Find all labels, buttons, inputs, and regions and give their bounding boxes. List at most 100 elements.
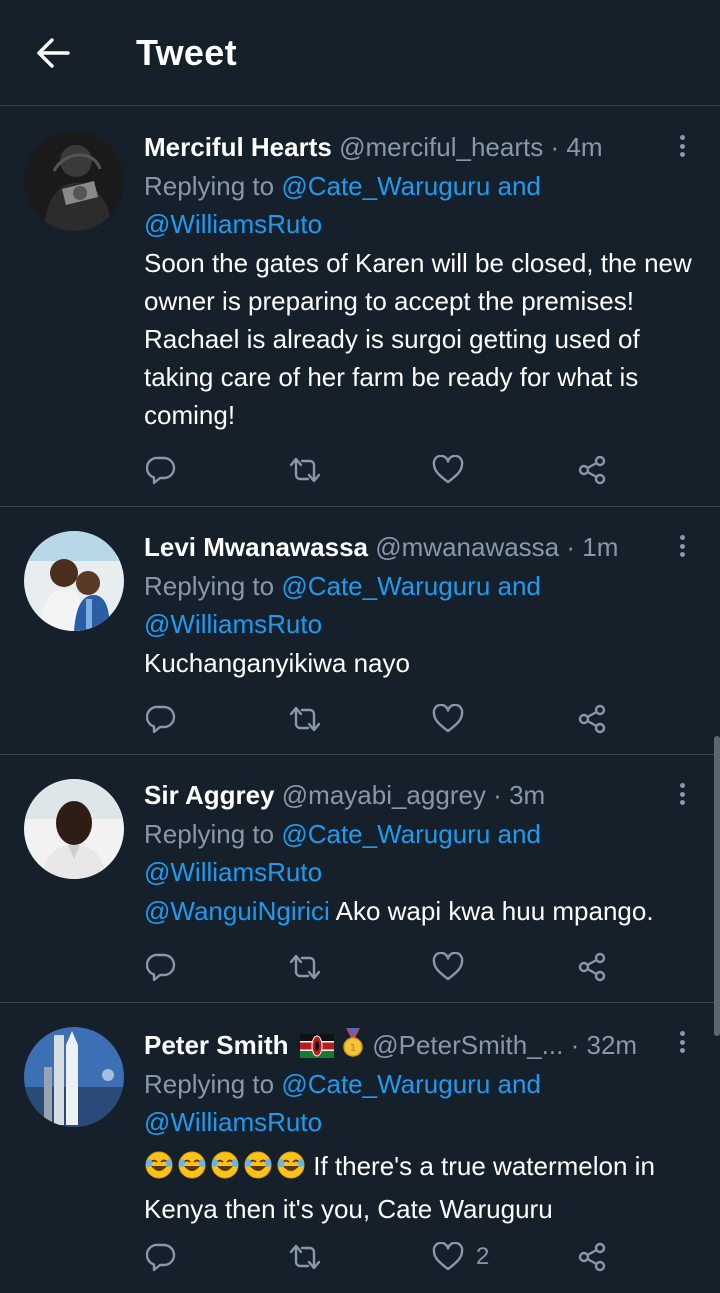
arrow-left-icon: [37, 38, 70, 68]
separator-dot: ·: [566, 532, 576, 562]
tweet-text: Kuchanganyikiwa nayo: [144, 648, 410, 678]
tweet-header: Peter Smith 1 @PeterSmith_... · 32m: [144, 1025, 656, 1069]
comment-icon: [146, 953, 176, 982]
more-vertical-icon: [679, 135, 685, 140]
retweet-button[interactable]: [288, 699, 322, 739]
scrollbar-thumb[interactable]: [714, 736, 720, 1036]
separator-dot: ·: [493, 780, 502, 810]
tweet-text: Soon the gates of Karen will be closed, …: [144, 248, 692, 430]
reply-button[interactable]: [146, 947, 176, 987]
comment-icon: [146, 705, 176, 734]
share-button[interactable]: [576, 450, 608, 490]
more-vertical-icon: [679, 783, 685, 788]
share-button[interactable]: [576, 947, 608, 987]
timestamp: 4m: [566, 132, 603, 162]
tweet-text: @WanguiNgirici Ako wapi kwa huu mpango.: [144, 892, 696, 930]
others-link[interactable]: and: [490, 171, 541, 201]
reply-button[interactable]: [146, 699, 176, 739]
avatar[interactable]: [24, 131, 124, 231]
mention-link[interactable]: @WilliamsRuto: [144, 1107, 322, 1137]
tweet-actions: [144, 947, 620, 987]
display-name[interactable]: Levi Mwanawassa: [144, 532, 368, 562]
retweet-button[interactable]: [288, 1237, 322, 1277]
timestamp: 1m: [582, 532, 619, 562]
share-icon: [578, 455, 606, 485]
tweet-header: Levi Mwanawassa @mwanawassa · 1m: [144, 527, 656, 567]
more-options-button[interactable]: [670, 131, 694, 161]
reply-button[interactable]: [146, 1237, 176, 1277]
others-link[interactable]: and: [490, 571, 541, 601]
share-button[interactable]: [576, 699, 608, 739]
separator-dot: ·: [550, 132, 560, 162]
reply-button[interactable]: [146, 450, 176, 490]
retweet-button[interactable]: [288, 947, 322, 987]
timestamp: 3m: [509, 780, 546, 810]
tweet-header: Sir Aggrey @mayabi_aggrey · 3m: [144, 775, 656, 815]
timestamp: 32m: [586, 1030, 638, 1060]
heart-icon: [432, 704, 464, 733]
more-vertical-icon: [679, 1031, 685, 1036]
like-count: 2: [476, 1243, 490, 1270]
svg-text:1: 1: [350, 1043, 356, 1054]
display-name[interactable]: Merciful Hearts: [144, 132, 332, 162]
kenya-flag-icon: [299, 1034, 334, 1058]
mention-link[interactable]: @WilliamsRuto: [144, 609, 322, 639]
tweet-text: If there's a true watermelon in Kenya th…: [144, 1147, 696, 1228]
replying-to: Replying to @Cate_Waruguru and @Williams…: [144, 1069, 541, 1137]
user-handle[interactable]: @mayabi_aggrey: [282, 780, 486, 810]
others-link[interactable]: and: [490, 819, 541, 849]
avatar[interactable]: [24, 779, 124, 879]
user-handle[interactable]: @PeterSmith_...: [372, 1030, 563, 1060]
tweet-reply[interactable]: Levi Mwanawassa @mwanawassa · 1m Replyin…: [0, 507, 720, 755]
retweet-icon: [289, 706, 321, 732]
like-button[interactable]: [432, 699, 476, 739]
share-icon: [578, 704, 606, 734]
name-emoji: 1: [299, 1027, 365, 1069]
mention-link[interactable]: @WanguiNgirici: [144, 896, 330, 926]
like-button[interactable]: 2: [432, 1237, 489, 1277]
tweet-header: Merciful Hearts @merciful_hearts · 4m: [144, 127, 656, 167]
more-options-button[interactable]: [670, 1027, 694, 1057]
comment-icon: [146, 1243, 176, 1272]
retweet-button[interactable]: [288, 450, 322, 490]
mention-link[interactable]: @Cate_Waruguru: [281, 819, 490, 849]
mention-link[interactable]: @Cate_Waruguru: [281, 571, 490, 601]
others-link[interactable]: and: [490, 1069, 541, 1099]
page-title: Tweet: [136, 32, 237, 73]
heart-icon: [432, 455, 464, 484]
back-button[interactable]: [30, 30, 76, 76]
share-button[interactable]: [576, 1237, 608, 1277]
user-handle[interactable]: @merciful_hearts: [339, 132, 543, 162]
more-options-button[interactable]: [670, 779, 694, 809]
share-icon: [578, 1242, 606, 1272]
gold-medal-icon: 1: [343, 1027, 363, 1057]
tweet-reply[interactable]: Merciful Hearts @merciful_hearts · 4m Re…: [0, 107, 720, 507]
mention-link[interactable]: @WilliamsRuto: [144, 209, 322, 239]
tweet-reply[interactable]: Sir Aggrey @mayabi_aggrey · 3m Replying …: [0, 755, 720, 1003]
mention-link[interactable]: @WilliamsRuto: [144, 857, 322, 887]
retweet-icon: [289, 457, 321, 483]
tweet-text-content: Ako wapi kwa huu mpango.: [329, 896, 654, 926]
heart-icon: [432, 952, 464, 981]
share-icon: [578, 952, 606, 982]
more-vertical-icon: [679, 535, 685, 540]
like-button[interactable]: [432, 947, 476, 987]
user-handle[interactable]: @mwanawassa: [375, 532, 559, 562]
mention-link[interactable]: @Cate_Waruguru: [281, 1069, 490, 1099]
comment-icon: [146, 456, 176, 485]
laughing-emoji: [144, 1150, 306, 1190]
tweet-actions: [144, 699, 620, 739]
display-name[interactable]: Sir Aggrey: [144, 780, 275, 810]
top-app-bar: Tweet: [0, 0, 720, 106]
tweet-actions: [144, 450, 620, 490]
like-button[interactable]: [432, 450, 476, 490]
tweet-actions: 2: [144, 1237, 620, 1277]
tweet-reply[interactable]: Peter Smith 1 @PeterSmith_... · 32m Repl…: [0, 1003, 720, 1293]
replying-to: Replying to @Cate_Waruguru and @Williams…: [144, 819, 541, 887]
retweet-icon: [289, 1244, 321, 1270]
display-name[interactable]: Peter Smith: [144, 1030, 289, 1060]
more-options-button[interactable]: [670, 531, 694, 561]
avatar[interactable]: [24, 531, 124, 631]
mention-link[interactable]: @Cate_Waruguru: [281, 171, 490, 201]
avatar[interactable]: [24, 1027, 124, 1127]
